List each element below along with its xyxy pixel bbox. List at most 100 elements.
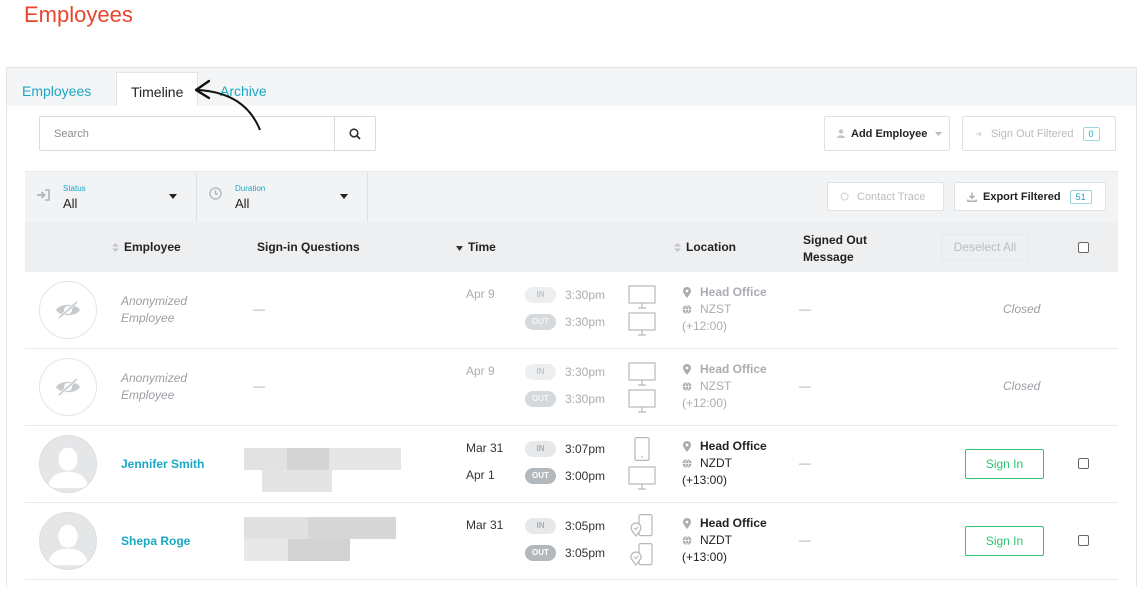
monitor-icon [628, 362, 656, 386]
caret-down-icon [169, 194, 177, 199]
status-in-badge: IN [525, 287, 556, 303]
status-closed: Closed [1003, 379, 1041, 393]
deselect-all-button[interactable]: Deselect All [941, 234, 1029, 260]
table-row: Anonymized Employee — Apr 9 IN 3:30pm OU… [25, 272, 1118, 349]
col-location-label: Location [686, 240, 736, 254]
employee-name-link[interactable]: Shepa Roge [121, 533, 190, 550]
eye-off-icon [56, 377, 80, 397]
col-message: Signed Out Message [803, 232, 867, 266]
row-checkbox[interactable] [1078, 458, 1089, 469]
sign-out-filtered-button[interactable]: Sign Out Filtered 0 [962, 116, 1116, 151]
search-button[interactable] [334, 117, 375, 150]
export-filtered-button[interactable]: Export Filtered 51 [954, 182, 1106, 211]
location-name: Head Office [700, 516, 767, 530]
duration-filter-label: Duration [235, 184, 266, 193]
status-out-badge: OUT [525, 314, 556, 330]
date-out: Apr 1 [466, 468, 495, 482]
date-in: Mar 31 [466, 518, 504, 532]
time-out: 3:30pm [565, 392, 606, 406]
timeline-content: Add Employee Sign Out Filtered 0 Status … [7, 106, 1136, 596]
select-all-checkbox[interactable] [1078, 242, 1089, 253]
user-icon [837, 129, 845, 138]
location-name: Head Office [700, 439, 767, 453]
search-box [39, 116, 376, 151]
status-filter-label: Status [63, 184, 86, 193]
employee-name: Anonymized Employee [121, 370, 187, 404]
timezone: NZST [700, 379, 732, 393]
employee-name-line2: Employee [121, 311, 175, 325]
date-in: Apr 9 [466, 364, 495, 378]
row-checkbox[interactable] [1078, 535, 1089, 546]
tab-timeline[interactable]: Timeline [116, 72, 199, 108]
status-filter[interactable]: Status All [25, 172, 197, 223]
employees-panel: Employees Timeline Archive Add Employee … [6, 67, 1137, 596]
sign-in-button[interactable]: Sign In [965, 449, 1044, 479]
location-phone-icon [630, 543, 653, 566]
contact-trace-label: Contact Trace [857, 190, 926, 203]
sort-icon [674, 243, 681, 252]
col-location[interactable]: Location [674, 240, 736, 254]
table-row: Anonymized Employee — Apr 9 IN 3:30pm OU… [25, 349, 1118, 426]
monitor-icon [628, 312, 656, 336]
utc-offset: (+13:00) [682, 550, 728, 564]
sign-out-count-badge: 0 [1082, 126, 1100, 141]
col-employee[interactable]: Employee [112, 240, 181, 254]
duration-filter[interactable]: Duration All [197, 172, 368, 223]
timezone: NZST [700, 302, 732, 316]
map-pin-icon [683, 518, 691, 529]
status-out-badge: OUT [525, 391, 556, 407]
status-in-badge: IN [525, 518, 556, 534]
search-icon [349, 127, 361, 140]
signed-out-message: — [799, 533, 811, 547]
employee-name: Anonymized Employee [121, 293, 187, 327]
clock-icon [209, 187, 222, 200]
col-time-label: Time [468, 240, 496, 254]
employee-name-link[interactable]: Jennifer Smith [121, 456, 204, 473]
caret-down-icon [340, 194, 348, 199]
col-employee-label: Employee [124, 240, 181, 254]
search-input[interactable] [40, 117, 335, 150]
time-in: 3:30pm [565, 288, 606, 302]
add-employee-button[interactable]: Add Employee [824, 116, 950, 151]
user-silhouette-icon [47, 447, 89, 489]
chevron-down-icon [935, 131, 943, 136]
time-in: 3:05pm [565, 519, 606, 533]
sort-desc-icon [456, 246, 463, 251]
monitor-icon [628, 389, 656, 413]
globe-icon [682, 381, 692, 392]
contact-trace-button[interactable]: Contact Trace [827, 182, 944, 211]
add-employee-label: Add Employee [851, 127, 928, 140]
sign-out-filtered-label: Sign Out Filtered [991, 127, 1074, 140]
employee-name-line2: Employee [121, 388, 175, 402]
status-closed: Closed [1003, 302, 1041, 316]
time-out: 3:30pm [565, 315, 606, 329]
avatar [39, 358, 97, 416]
time-out: 3:00pm [565, 469, 606, 483]
col-message-line1: Signed Out [803, 233, 867, 247]
sign-out-icon [976, 131, 982, 136]
sign-in-icon [37, 189, 50, 201]
date-in: Apr 9 [466, 287, 495, 301]
col-time[interactable]: Time [456, 240, 496, 254]
monitor-icon [628, 466, 656, 490]
questions-cell: — [253, 302, 265, 316]
tab-employees[interactable]: Employees [22, 72, 91, 106]
user-silhouette-icon [47, 524, 89, 566]
tab-archive[interactable]: Archive [220, 72, 267, 106]
timezone: NZDT [700, 456, 732, 470]
filter-bar: Status All Duration All Contact Trace Ex… [25, 171, 1118, 223]
utc-offset: (+13:00) [682, 473, 728, 487]
time-in: 3:07pm [565, 442, 606, 456]
status-in-badge: IN [525, 441, 556, 457]
globe-icon [682, 458, 692, 469]
avatar [39, 435, 97, 493]
phone-icon [634, 437, 650, 461]
download-icon [967, 192, 977, 202]
monitor-icon [628, 285, 656, 309]
export-count-badge: 51 [1069, 189, 1092, 204]
eye-off-icon [56, 300, 80, 320]
sign-in-button[interactable]: Sign In [965, 526, 1044, 556]
utc-offset: (+12:00) [682, 396, 728, 410]
avatar [39, 281, 97, 339]
table-row: Jennifer Smith Mar 31 Apr 1 IN 3:07pm OU… [25, 426, 1118, 503]
